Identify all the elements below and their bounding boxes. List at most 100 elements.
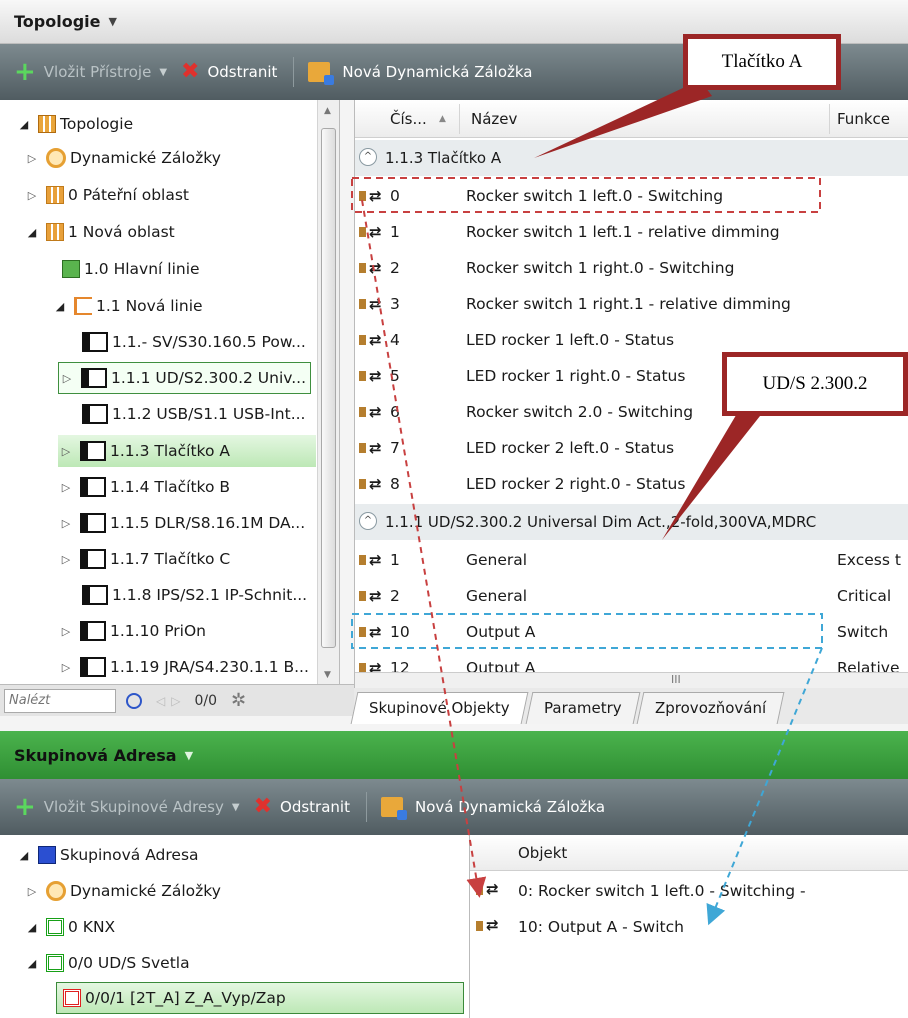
tree-node-device[interactable]: ▷ 1.1.7 Tlačítko C (58, 543, 230, 575)
table-row[interactable]: ⇄ 1 General Excess t (355, 542, 908, 578)
next-icon[interactable]: ▷ (171, 694, 180, 708)
tree-node-area-1[interactable]: ◢ 1 Nová oblast (24, 216, 175, 248)
expander-closed-icon[interactable]: ▷ (24, 885, 40, 898)
expander-closed-icon[interactable]: ▷ (58, 661, 74, 674)
search-icon[interactable] (126, 692, 142, 709)
tree-node-group-address-root[interactable]: ◢ Skupinová Adresa (16, 839, 199, 871)
tab-label: Zprovozňování (655, 699, 767, 717)
tree-node-middle-group[interactable]: ◢ 0/0 UD/S Svetla (24, 947, 190, 979)
expander-open-icon[interactable]: ◢ (16, 118, 32, 131)
column-number[interactable]: Čís... (390, 110, 427, 128)
tree-node-main-line[interactable]: 1.0 Hlavní linie (62, 253, 200, 285)
tree-node-device-highlighted[interactable]: ▷ 1.1.3 Tlačítko A (58, 435, 316, 467)
table-row[interactable]: ⇄ 8 LED rocker 2 right.0 - Status (355, 466, 908, 502)
tree-node-backbone[interactable]: ▷ 0 Páteřní oblast (24, 179, 189, 211)
title-dropdown-icon[interactable]: ▼ (185, 749, 193, 762)
new-dynamic-tab-button[interactable]: Nová Dynamická Záložka (380, 797, 606, 820)
group-header-row[interactable]: ^ 1.1.1 UD/S2.300.2 Universal Dim Act.,2… (355, 504, 908, 540)
table-row[interactable]: ⇄ 0 Rocker switch 1 left.0 - Switching (355, 178, 908, 214)
expander-open-icon[interactable]: ◢ (16, 849, 32, 862)
tree-node-device[interactable]: ▷ 1.1.10 PriOn (58, 615, 206, 647)
callout-a-text: Tlačítko A (721, 51, 803, 72)
scroll-up-icon[interactable]: ▲ (324, 106, 331, 116)
tree-vertical-scrollbar[interactable]: ▲ ▼ (317, 100, 339, 684)
column-separator[interactable] (459, 104, 460, 134)
insert-devices-button[interactable]: + Vložit Přístroje ▼ (14, 59, 167, 85)
expander-open-icon[interactable]: ◢ (52, 300, 68, 313)
expander-open-icon[interactable]: ◢ (24, 957, 40, 970)
previous-icon[interactable]: ◁ (156, 694, 165, 708)
grid-horizontal-scrollbar[interactable]: III (355, 672, 908, 688)
search-input[interactable] (4, 688, 116, 713)
remove-label: Odstranit (280, 798, 350, 816)
column-separator[interactable] (829, 104, 830, 134)
device-icon (81, 368, 107, 388)
expander-closed-icon[interactable]: ▷ (58, 625, 74, 638)
toolbar-separator (293, 57, 295, 87)
tree-node-device[interactable]: 1.1.2 USB/S1.1 USB-Int... (82, 398, 306, 430)
table-row[interactable]: ⇄ 2 General Critical (355, 578, 908, 614)
table-row[interactable]: ⇄ 10 Output A Switch (355, 614, 908, 650)
cell-name: Rocker switch 1 right.1 - relative dimmi… (466, 295, 791, 313)
tree-node-device[interactable]: ▷ 1.1.19 JRA/S4.230.1.1 B... (58, 651, 309, 683)
table-row[interactable]: ⇄ 0: Rocker switch 1 left.0 - Switching … (470, 873, 908, 909)
table-row[interactable]: ⇄ 7 LED rocker 2 left.0 - Status (355, 430, 908, 466)
scroll-thumb[interactable] (321, 128, 336, 648)
expander-closed-icon[interactable]: ▷ (58, 481, 74, 494)
tree-node-device[interactable]: 1.1.- SV/S30.160.5 Pow... (82, 326, 306, 358)
cell-name: General (466, 587, 528, 605)
tab-commissioning[interactable]: Zprovozňování (636, 692, 785, 724)
tree-label: 0/0/1 [2T_A] Z_A_Vyp/Zap (85, 989, 286, 1007)
new-dynamic-tab-label: Nová Dynamická Záložka (342, 63, 533, 81)
tree-node-device[interactable]: ▷ 1.1.5 DLR/S8.16.1M DA... (58, 507, 305, 539)
expander-open-icon[interactable]: ◢ (24, 921, 40, 934)
cell-name: Rocker switch 1 left.0 - Switching (466, 187, 724, 205)
title-dropdown-icon[interactable]: ▼ (109, 15, 117, 28)
expander-closed-icon[interactable]: ▷ (58, 517, 74, 530)
cell-name: Output A (466, 623, 536, 641)
tree-node-dynamic-tabs[interactable]: ▷ Dynamické Záložky (24, 142, 221, 174)
tab-parameters[interactable]: Parametry (525, 692, 640, 724)
search-counter: 0/0 (194, 692, 217, 709)
grid-header: Objekt (470, 835, 908, 871)
table-row[interactable]: ⇄ 1 Rocker switch 1 left.1 - relative dimm… (355, 214, 908, 250)
new-dynamic-tab-label: Nová Dynamická Záložka (414, 798, 606, 816)
chevron-down-icon[interactable]: ▼ (232, 802, 240, 813)
collapse-icon[interactable]: ^ (359, 512, 377, 530)
table-row[interactable]: ⇄ 2 Rocker switch 1 right.0 - Switching (355, 250, 908, 286)
group-header-row[interactable]: ^ 1.1.3 Tlačítko A (355, 140, 908, 176)
expander-open-icon[interactable]: ◢ (24, 226, 40, 239)
group-object-icon: ⇄ (359, 623, 383, 641)
column-function[interactable]: Funkce (837, 110, 890, 128)
expander-closed-icon[interactable]: ▷ (58, 553, 74, 566)
new-dynamic-tab-button[interactable]: Nová Dynamická Záložka (308, 62, 533, 85)
tree-node-group-address-selected[interactable]: 0/0/1 [2T_A] Z_A_Vyp/Zap (56, 982, 464, 1014)
tree-node-device-selected[interactable]: ▷ 1.1.1 UD/S2.300.2 Univ... (58, 362, 312, 394)
tree-node-main-group[interactable]: ◢ 0 KNX (24, 911, 115, 943)
chevron-down-icon[interactable]: ▼ (159, 67, 167, 78)
expander-closed-icon[interactable]: ▷ (24, 152, 40, 165)
column-object[interactable]: Objekt (518, 844, 567, 862)
device-icon (80, 621, 106, 641)
group-address-panel-title[interactable]: Skupinová Adresa ▼ (0, 731, 908, 779)
collapse-icon[interactable]: ^ (359, 148, 377, 166)
tree-node-device[interactable]: ▷ 1.1.4 Tlačítko B (58, 471, 230, 503)
expander-closed-icon[interactable]: ▷ (24, 189, 40, 202)
scroll-grip[interactable]: III (671, 673, 681, 686)
remove-button[interactable]: ✖ Odstranit (254, 796, 350, 818)
table-row[interactable]: ⇄ 10: Output A - Switch (470, 909, 908, 945)
tree-node-device[interactable]: 1.1.8 IPS/S2.1 IP-Schnit... (82, 579, 307, 611)
gear-icon[interactable]: ✲ (231, 690, 246, 711)
table-row[interactable]: ⇄ 3 Rocker switch 1 right.1 - relative dim… (355, 286, 908, 322)
scroll-down-icon[interactable]: ▼ (324, 670, 331, 680)
expander-closed-icon[interactable]: ▷ (58, 445, 74, 458)
tree-node-line-1-1[interactable]: ◢ 1.1 Nová linie (52, 290, 203, 322)
column-name[interactable]: Název (471, 110, 517, 128)
tab-group-objects[interactable]: Skupinové Objekty (350, 692, 529, 724)
tree-node-dynamic-tabs[interactable]: ▷ Dynamické Záložky (24, 875, 221, 907)
tree-node-topology[interactable]: ◢ Topologie (16, 108, 133, 140)
remove-button[interactable]: ✖ Odstranit (181, 61, 277, 83)
group-header-text: 1.1.1 UD/S2.300.2 Universal Dim Act.,2-f… (385, 513, 817, 531)
insert-group-addresses-button[interactable]: + Vložit Skupinové Adresy ▼ (14, 794, 240, 820)
expander-closed-icon[interactable]: ▷ (59, 372, 75, 385)
